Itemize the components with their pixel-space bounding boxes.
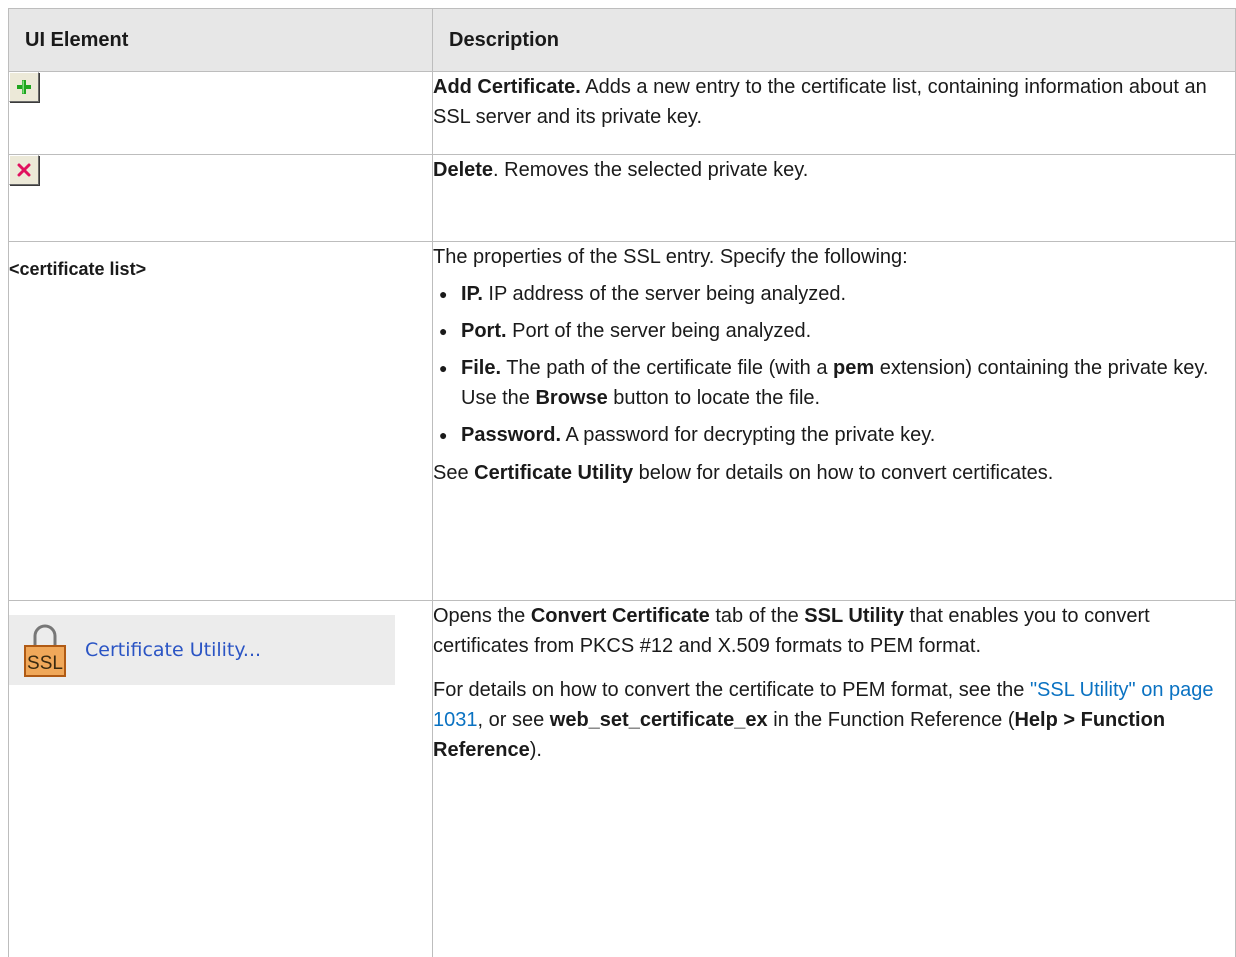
list-item: ● Password. A password for decrypting th…	[433, 420, 1235, 450]
property-bold-pem: pem	[833, 357, 875, 379]
table-row-add-certificate: Add Certificate. Adds a new entry to the…	[8, 71, 1236, 155]
utility-description-2: For details on how to convert the certif…	[433, 675, 1235, 765]
utility-text: in the Function Reference (	[767, 709, 1015, 731]
utility-text: , or see	[477, 709, 550, 731]
ui-element-table: UI Element Description Add Certificate. …	[8, 8, 1236, 957]
delete-title: Delete	[433, 159, 494, 181]
ssl-lock-icon: SSL	[24, 624, 66, 677]
delete-x-icon	[17, 163, 31, 177]
property-list: ● IP. IP address of the server being ana…	[433, 279, 1235, 450]
list-item: ● IP. IP address of the server being ana…	[433, 279, 1235, 309]
add-certificate-description: Add Certificate. Adds a new entry to the…	[433, 72, 1235, 132]
table-row-certificate-list: <certificate list> The properties of the…	[8, 241, 1236, 601]
header-ui-element: UI Element	[8, 8, 433, 72]
see-text: See	[433, 462, 475, 484]
table-row-certificate-utility: SSL Certificate Utility... Opens the Con…	[8, 600, 1236, 957]
add-certificate-title: Add Certificate.	[433, 76, 581, 98]
utility-text: For details on how to convert the certif…	[433, 679, 1030, 701]
property-title: File.	[461, 357, 502, 379]
see-certificate-utility: See Certificate Utility below for detail…	[433, 458, 1235, 488]
bullet-icon: ●	[439, 286, 448, 302]
description-cell: Add Certificate. Adds a new entry to the…	[432, 71, 1236, 155]
convert-certificate-bold: Convert Certificate	[530, 605, 710, 627]
delete-text: . Removes the selected private key.	[493, 159, 809, 181]
ui-element-cell	[8, 71, 433, 155]
property-text: Port of the server being analyzed.	[506, 320, 812, 342]
bullet-icon: ●	[439, 360, 448, 376]
description-cell: The properties of the SSL entry. Specify…	[432, 241, 1236, 601]
utility-description-1: Opens the Convert Certificate tab of the…	[433, 601, 1235, 661]
property-text: The path of the certificate file (with a	[501, 357, 834, 379]
add-plus-icon	[17, 80, 31, 94]
property-text: A password for decrypting the private ke…	[561, 424, 936, 446]
certificate-utility-label: Certificate Utility...	[85, 639, 262, 661]
bullet-icon: ●	[439, 427, 448, 443]
see-bold: Certificate Utility	[474, 462, 634, 484]
utility-text: Opens the	[433, 605, 531, 627]
add-certificate-button[interactable]	[9, 72, 39, 102]
table-header-row: UI Element Description	[8, 8, 1236, 72]
delete-button[interactable]	[9, 155, 39, 185]
property-title: Password.	[461, 424, 562, 446]
ui-element-cell: <certificate list>	[8, 241, 433, 601]
property-title: IP.	[461, 283, 483, 305]
utility-text: tab of the	[709, 605, 805, 627]
ssl-icon-text: SSL	[27, 653, 63, 674]
delete-description: Delete. Removes the selected private key…	[433, 155, 1235, 185]
certificate-list-label: <certificate list>	[9, 259, 147, 279]
list-item: ● Port. Port of the server being analyze…	[433, 316, 1235, 346]
see-text: below for details on how to convert cert…	[633, 462, 1054, 484]
header-description: Description	[432, 8, 1236, 72]
utility-text: ).	[529, 739, 542, 761]
function-name-bold: web_set_certificate_ex	[549, 709, 768, 731]
certificate-list-intro: The properties of the SSL entry. Specify…	[433, 246, 908, 268]
list-item: ● File. The path of the certificate file…	[433, 353, 1235, 413]
certificate-utility-button[interactable]: SSL Certificate Utility...	[9, 615, 395, 685]
property-bold-browse: Browse	[535, 387, 608, 409]
property-text: button to locate the file.	[607, 387, 821, 409]
description-cell: Delete. Removes the selected private key…	[432, 154, 1236, 242]
property-text: IP address of the server being analyzed.	[482, 283, 847, 305]
ui-element-cell	[8, 154, 433, 242]
description-cell: Opens the Convert Certificate tab of the…	[432, 600, 1236, 957]
property-title: Port.	[461, 320, 507, 342]
table-row-delete: Delete. Removes the selected private key…	[8, 154, 1236, 242]
ssl-utility-bold: SSL Utility	[804, 605, 904, 627]
bullet-icon: ●	[439, 323, 448, 339]
ui-element-cell: SSL Certificate Utility...	[8, 600, 433, 957]
